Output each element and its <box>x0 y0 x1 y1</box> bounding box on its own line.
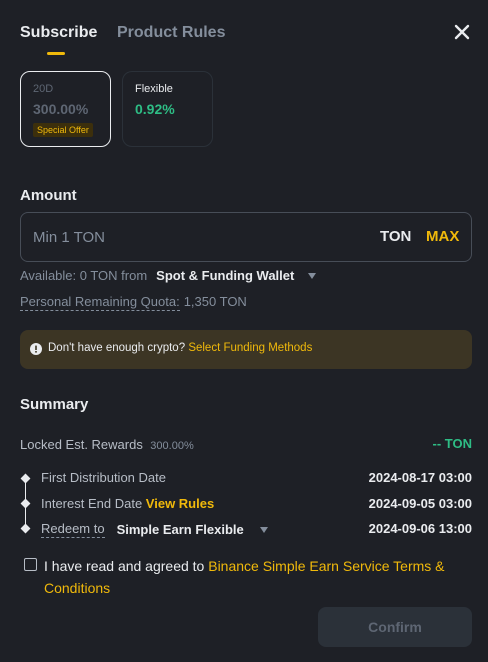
first-distribution-value: 2024-08-17 03:00 <box>368 470 472 485</box>
rewards-value: -- TON <box>432 436 472 451</box>
term-card-20d[interactable]: 20D 300.00% Special Offer <box>20 71 111 147</box>
interest-end-value: 2024-09-05 03:00 <box>368 496 472 511</box>
redeem-value: 2024-09-06 13:00 <box>368 521 472 536</box>
timeline-dot <box>20 473 31 484</box>
quota-value: 1,350 TON <box>183 294 247 309</box>
redeem-row: Redeem to Simple Earn Flexible <box>41 521 268 538</box>
available-balance: Available: 0 TON from Spot & Funding Wal… <box>20 268 317 283</box>
first-distribution-label: First Distribution Date <box>41 470 166 485</box>
interest-end-row: Interest End Date View Rules <box>41 496 214 511</box>
term-duration: 20D <box>33 83 54 95</box>
tab-subscribe[interactable]: Subscribe <box>20 24 97 42</box>
summary-title: Summary <box>20 396 89 413</box>
max-button[interactable]: MAX <box>426 228 459 245</box>
term-apr: 0.92% <box>135 101 175 117</box>
redeem-target-select[interactable]: Simple Earn Flexible <box>117 522 244 537</box>
timeline-dot <box>20 523 31 534</box>
special-offer-badge: Special Offer <box>33 123 93 137</box>
confirm-button[interactable]: Confirm <box>318 607 472 647</box>
agreement-label: I have read and agreed to <box>44 558 205 574</box>
term-apr: 300.00% <box>33 101 89 117</box>
chevron-down-icon[interactable] <box>259 526 268 533</box>
notice-text: Don't have enough crypto? <box>48 342 186 354</box>
close-icon[interactable] <box>453 23 471 41</box>
amount-unit: TON <box>380 228 412 245</box>
view-rules-link[interactable]: View Rules <box>146 496 214 511</box>
available-text: Available: 0 TON from <box>20 268 148 283</box>
agreement-text: I have read and agreed to Binance Simple… <box>44 555 464 599</box>
term-duration: Flexible <box>135 83 173 95</box>
term-card-flexible[interactable]: Flexible 0.92% <box>122 71 213 147</box>
interest-end-label: Interest End Date <box>41 496 143 511</box>
locked-est-rewards: Locked Est. Rewards 300.00% <box>20 436 194 454</box>
amount-input[interactable] <box>33 227 333 247</box>
wallet-select[interactable]: Spot & Funding Wallet <box>156 268 294 283</box>
redeem-label[interactable]: Redeem to <box>41 521 105 538</box>
rewards-rate: 300.00% <box>150 440 194 452</box>
funding-notice: Don't have enough crypto? Select Funding… <box>20 330 472 369</box>
select-funding-methods-link[interactable]: Select Funding Methods <box>188 342 312 354</box>
chevron-down-icon[interactable] <box>308 272 317 279</box>
active-tab-indicator <box>47 52 65 55</box>
amount-title: Amount <box>20 187 77 204</box>
quota-label[interactable]: Personal Remaining Quota: <box>20 294 180 311</box>
tab-product-rules[interactable]: Product Rules <box>117 24 225 42</box>
info-icon <box>30 343 42 355</box>
agreement-checkbox[interactable] <box>24 558 37 571</box>
rewards-label: Locked Est. Rewards <box>20 437 143 452</box>
timeline-dot <box>20 498 31 509</box>
remaining-quota: Personal Remaining Quota: 1,350 TON <box>20 294 247 311</box>
amount-field: TON MAX <box>20 212 472 262</box>
